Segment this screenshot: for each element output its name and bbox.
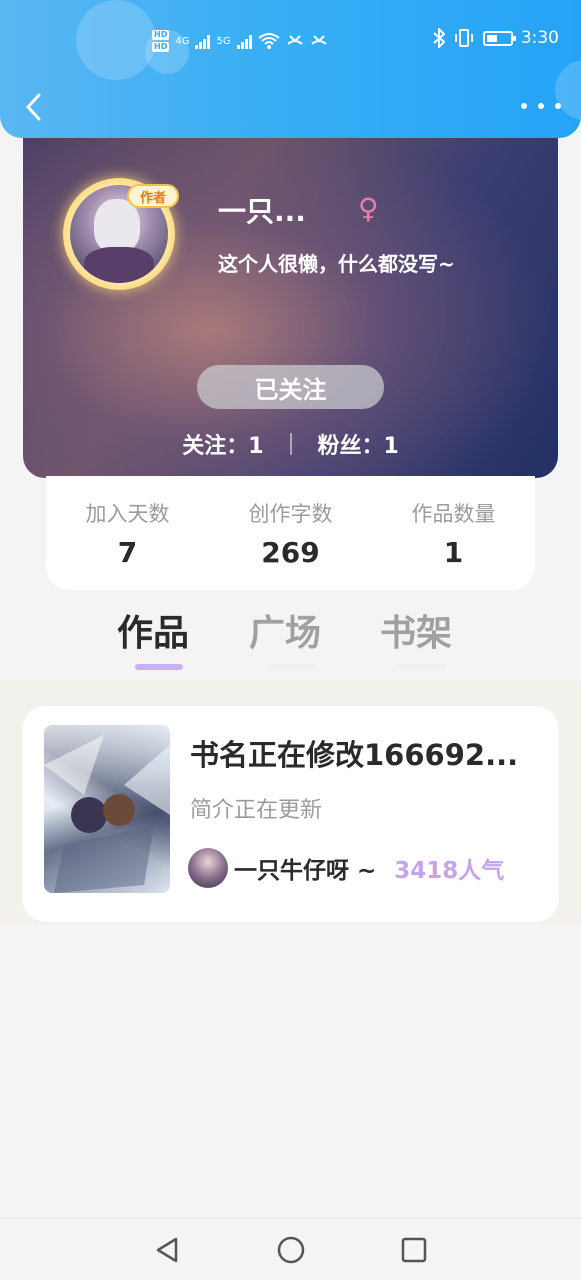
stat-label: 加入天数 <box>85 502 170 526</box>
more-dots-icon <box>521 103 527 109</box>
missed-call-icon <box>310 35 327 45</box>
stat-value: 1 <box>443 536 464 569</box>
stat-word-count: 创作字数 269 <box>209 476 372 590</box>
book-author-name: 一只牛仔呀 ~ <box>234 858 377 884</box>
stat-label: 作品数量 <box>411 502 496 526</box>
more-button[interactable] <box>521 96 561 116</box>
author-badge: 作者 <box>127 184 179 208</box>
tab-works[interactable]: 作品 <box>117 604 189 656</box>
network-5g-label: 5G <box>216 35 231 47</box>
book-intro: 简介正在更新 <box>190 798 323 823</box>
triangle-back-icon <box>156 1237 178 1263</box>
status-bar-left: HD HD 4G 5G <box>152 26 328 56</box>
tab-bookshelf[interactable]: 书架 <box>380 604 452 656</box>
wifi-icon <box>257 33 280 49</box>
stat-works-count: 作品数量 1 <box>372 476 535 590</box>
decor-bubble <box>76 0 156 80</box>
signal-icon <box>236 33 252 49</box>
cover-art-icon <box>44 735 170 893</box>
status-time: 3:30 <box>520 28 559 48</box>
stat-value: 269 <box>261 536 320 569</box>
gender-female-icon: ♀ <box>358 192 379 225</box>
more-dot <box>555 103 561 109</box>
missed-call-icon <box>286 35 303 45</box>
bluetooth-icon <box>433 28 445 48</box>
nickname: 一只... <box>218 195 306 228</box>
battery-icon <box>482 30 516 46</box>
circle-home-icon <box>277 1236 305 1264</box>
follow-counts: 关注：1 粉丝：1 <box>23 428 558 460</box>
vibrate-icon <box>454 29 473 47</box>
top-header: HD HD 4G 5G 3:30 <box>0 0 581 138</box>
tab-indicator <box>398 664 446 670</box>
stat-label: 创作字数 <box>248 502 333 526</box>
followers-count[interactable]: 粉丝：1 <box>318 428 399 460</box>
author-mini-avatar <box>188 848 228 888</box>
tab-bar: 作品 广场 书架 <box>0 598 581 680</box>
signal-icon <box>195 33 211 49</box>
tab-indicator <box>135 664 183 670</box>
nav-recents-button[interactable] <box>399 1235 429 1265</box>
square-recents-icon <box>401 1237 427 1263</box>
book-title[interactable]: 书名正在修改166692... <box>190 732 518 774</box>
bio-text: 这个人很懒，什么都没写~ <box>218 252 455 276</box>
chevron-left-icon <box>25 93 41 121</box>
book-author-row: 一只牛仔呀 ~ 3418人气 <box>188 848 504 888</box>
popularity-count: 3418人气 <box>394 858 505 884</box>
tab-square[interactable]: 广场 <box>249 604 321 656</box>
nav-home-button[interactable] <box>276 1235 306 1265</box>
system-nav-bar <box>0 1218 581 1280</box>
status-bar-right: 3:30 <box>433 28 559 48</box>
network-4g-label: 4G <box>175 35 190 47</box>
tab-indicator <box>267 664 315 670</box>
stat-value: 7 <box>117 536 138 569</box>
book-card[interactable]: 书名正在修改166692... 简介正在更新 一只牛仔呀 ~ 3418人气 <box>22 706 559 922</box>
nav-back-button[interactable] <box>152 1235 182 1265</box>
follow-button[interactable]: 已关注 <box>197 365 384 409</box>
book-cover[interactable] <box>44 725 170 893</box>
stats-card: 加入天数 7 创作字数 269 作品数量 1 <box>46 476 535 590</box>
following-count[interactable]: 关注：1 <box>182 428 263 460</box>
hd-icon: HD HD <box>152 30 170 52</box>
stat-join-days: 加入天数 7 <box>46 476 209 590</box>
divider <box>289 433 292 455</box>
profile-card: 作者 一只... ♀ 这个人很懒，什么都没写~ 已关注 关注：1 粉丝：1 <box>23 110 558 478</box>
back-button[interactable] <box>18 90 48 124</box>
more-dot <box>538 103 544 109</box>
